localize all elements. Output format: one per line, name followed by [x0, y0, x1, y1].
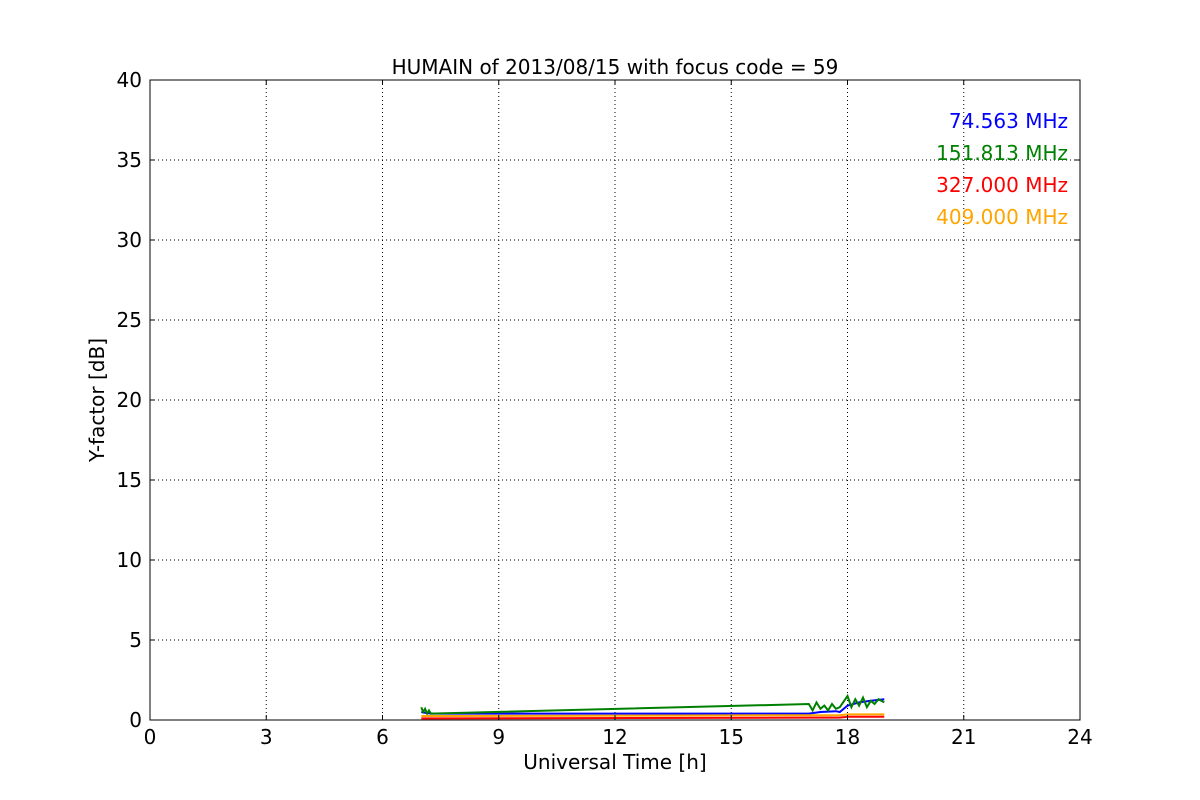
- y-axis-label: Y-factor [dB]: [85, 338, 109, 463]
- legend-entry: 151.813 MHz: [936, 141, 1068, 165]
- legend-entry: 327.000 MHz: [936, 173, 1068, 197]
- x-axis-label: Universal Time [h]: [523, 750, 706, 774]
- y-tick-label: 40: [117, 68, 142, 92]
- y-tick-label: 20: [117, 388, 142, 412]
- x-tick-label: 0: [144, 725, 157, 749]
- chart-title: HUMAIN of 2013/08/15 with focus code = 5…: [392, 55, 839, 79]
- x-tick-label: 24: [1067, 725, 1092, 749]
- y-tick-label: 10: [117, 548, 142, 572]
- x-tick-label: 9: [492, 725, 505, 749]
- chart-svg: 0 3 6 9 12 15 18 21 24 0 5 10 15 20 25 30 35 40 HUMAIN of…: [0, 0, 1200, 800]
- y-tick-label: 5: [129, 628, 142, 652]
- y-tick-label: 35: [117, 148, 142, 172]
- x-tick-label: 3: [260, 725, 273, 749]
- x-tick-label: 12: [602, 725, 627, 749]
- y-tick-label: 30: [117, 228, 142, 252]
- y-tick-label: 15: [117, 468, 142, 492]
- x-tick-label: 6: [376, 725, 389, 749]
- legend-entry: 74.563 MHz: [949, 109, 1068, 133]
- legend-entry: 409.000 MHz: [936, 205, 1068, 229]
- y-tick-label: 0: [129, 708, 142, 732]
- y-tick-label: 25: [117, 308, 142, 332]
- x-tick-label: 21: [951, 725, 976, 749]
- x-tick-label: 18: [835, 725, 860, 749]
- x-tick-label: 15: [719, 725, 744, 749]
